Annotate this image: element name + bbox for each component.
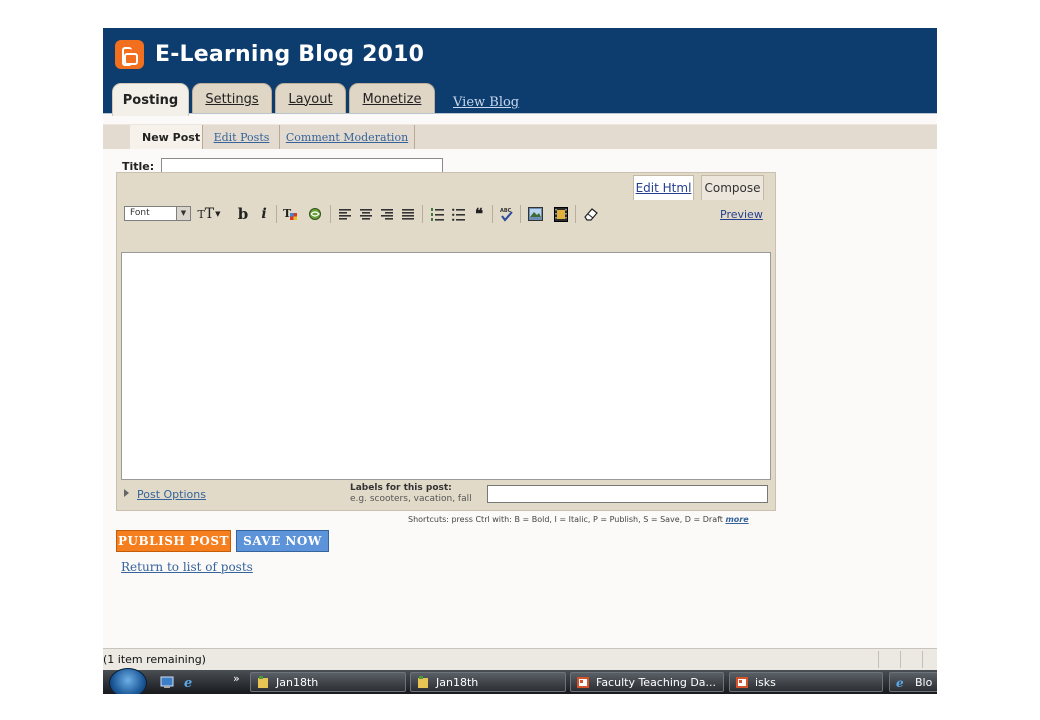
post-editor: Edit Html Compose Font ▼ T T ▼ b i T ❝ A…	[116, 172, 776, 511]
align-right-button[interactable]	[379, 205, 395, 223]
return-to-posts-link[interactable]: Return to list of posts	[121, 560, 253, 574]
post-body-editor[interactable]	[121, 252, 771, 480]
labels-title: Labels for this post:	[350, 483, 452, 493]
bold-button[interactable]: b	[235, 205, 251, 223]
tab-layout[interactable]: Layout	[275, 83, 346, 114]
show-desktop-icon[interactable]	[160, 675, 174, 689]
numbered-list-button[interactable]	[429, 205, 445, 223]
shortcuts-more-link[interactable]: more	[725, 515, 748, 524]
powerpoint-icon	[577, 676, 589, 688]
bullet-list-button[interactable]	[450, 205, 466, 223]
quicklaunch-overflow-chevron[interactable]: »	[233, 672, 240, 685]
taskbar-item[interactable]: Jan18th	[410, 672, 566, 692]
chevron-down-icon: ▼	[176, 207, 190, 220]
save-now-button[interactable]: SAVE NOW	[236, 530, 329, 552]
svg-text:e: e	[184, 676, 192, 689]
labels-input[interactable]	[487, 485, 768, 503]
insert-image-button[interactable]	[526, 205, 544, 223]
taskbar-item[interactable]: Jan18th	[250, 672, 406, 692]
preview-link[interactable]: Preview	[720, 208, 763, 221]
editor-toolbar: Font ▼ T T ▼ b i T ❝ ABC	[124, 205, 644, 225]
bullet-list-icon	[451, 208, 465, 221]
justify-button[interactable]	[400, 205, 416, 223]
numbered-list-icon	[430, 207, 444, 221]
italic-button[interactable]: i	[257, 205, 271, 223]
shortcuts-text: Shortcuts: press Ctrl with: B = Bold, I …	[408, 515, 723, 524]
blockquote-button[interactable]: ❝	[471, 205, 487, 223]
browser-status-bar: (1 item remaining)	[103, 648, 937, 670]
align-right-icon	[381, 208, 393, 220]
publish-post-button[interactable]: PUBLISH POST	[116, 530, 231, 552]
subnav-edit-posts[interactable]: Edit Posts	[204, 125, 280, 149]
folder-icon	[258, 675, 268, 688]
ie-icon: e	[896, 676, 904, 689]
tab-monetize[interactable]: Monetize	[349, 83, 435, 114]
align-left-icon	[339, 208, 351, 220]
remove-formatting-button[interactable]	[582, 205, 600, 223]
edit-html-tab[interactable]: Edit Html	[633, 175, 694, 200]
subnav-new-post[interactable]: New Post	[130, 125, 203, 149]
video-icon	[554, 206, 568, 222]
eraser-icon	[583, 208, 598, 221]
spellcheck-icon: ABC	[500, 208, 513, 222]
subnav-comment-moderation[interactable]: Comment Moderation	[280, 125, 415, 149]
spellcheck-button[interactable]: ABC	[497, 205, 515, 223]
view-blog-link[interactable]: View Blog	[453, 95, 519, 110]
powerpoint-icon	[736, 676, 748, 688]
align-left-button[interactable]	[337, 205, 353, 223]
tab-settings[interactable]: Settings	[192, 83, 272, 114]
blog-title: E-Learning Blog 2010	[155, 42, 425, 67]
status-text: (1 item remaining)	[103, 653, 206, 666]
font-select-value: Font	[130, 208, 150, 218]
align-center-button[interactable]	[358, 205, 374, 223]
taskbar-item[interactable]: e Blo	[889, 672, 937, 692]
svg-text:e: e	[896, 676, 904, 689]
align-center-icon	[360, 208, 372, 220]
font-size-icon: T	[197, 207, 205, 221]
taskbar-item[interactable]: Faculty Teaching Da...	[570, 672, 724, 692]
blogger-header: E-Learning Blog 2010 Posting Settings La…	[103, 28, 937, 116]
font-select[interactable]: Font ▼	[124, 206, 191, 221]
font-size-button[interactable]: T T ▼	[197, 205, 221, 223]
tab-posting[interactable]: Posting	[112, 83, 189, 116]
link-button[interactable]	[306, 205, 324, 223]
ie-quicklaunch-icon[interactable]: e	[183, 675, 197, 689]
taskbar-item[interactable]: isks	[729, 672, 883, 692]
folder-icon	[418, 675, 428, 688]
labels-hint: e.g. scooters, vacation, fall	[350, 494, 472, 504]
posting-subnav: New Post Edit Posts Comment Moderation	[103, 124, 937, 149]
expand-arrow-icon[interactable]	[124, 489, 129, 497]
compose-tab[interactable]: Compose	[701, 175, 764, 200]
post-options-link[interactable]: Post Options	[137, 488, 206, 501]
browser-content: E-Learning Blog 2010 Posting Settings La…	[103, 28, 937, 694]
text-color-icon: T	[283, 207, 297, 220]
windows-taskbar: e » Jan18th Jan18th Faculty Teaching Da.…	[103, 668, 937, 694]
start-button[interactable]	[109, 668, 147, 694]
link-icon	[309, 208, 321, 220]
blogger-logo-icon[interactable]	[115, 40, 144, 69]
justify-icon	[402, 208, 414, 220]
insert-video-button[interactable]	[552, 205, 570, 223]
text-color-button[interactable]: T	[281, 205, 299, 223]
quote-icon: ❝	[474, 205, 484, 223]
image-icon	[527, 207, 543, 221]
shortcuts-hint: Shortcuts: press Ctrl with: B = Bold, I …	[408, 515, 749, 524]
header-divider	[103, 113, 937, 114]
